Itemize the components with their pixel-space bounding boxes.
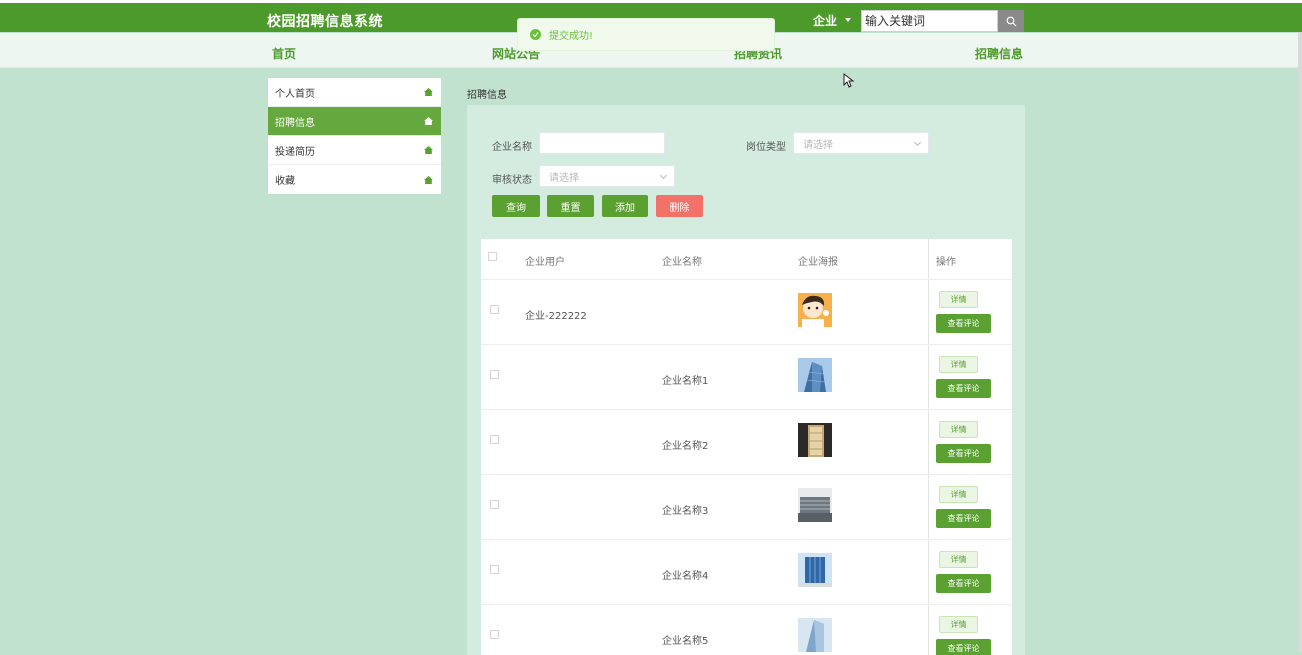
view-comments-button[interactable]: 查看评论 (936, 574, 991, 593)
toast-message: 提交成功! (549, 31, 594, 42)
audit-status-select[interactable]: 请选择 (539, 165, 675, 187)
add-button[interactable]: 添加 (602, 195, 648, 217)
row-checkbox[interactable] (490, 435, 499, 444)
row-checkbox[interactable] (490, 630, 499, 639)
sidebar-item-jobs[interactable]: 招聘信息 (268, 107, 441, 136)
role-dropdown[interactable]: 企业 (813, 12, 837, 29)
row-checkbox[interactable] (490, 565, 499, 574)
poster-image-building (798, 423, 832, 457)
home-icon (424, 175, 433, 184)
poster-image-building (798, 488, 832, 522)
audit-status-placeholder: 请选择 (549, 172, 579, 184)
check-circle-icon (530, 29, 541, 40)
query-button[interactable]: 查询 (492, 195, 540, 217)
poster-image-building (798, 358, 832, 392)
detail-button[interactable]: 详情 (939, 421, 978, 438)
search-input[interactable] (861, 10, 998, 32)
poster-image-cartoon (798, 293, 832, 327)
sidebar-item-label: 投递简历 (275, 146, 315, 158)
sidebar-item-label: 收藏 (275, 176, 295, 187)
view-comments-button[interactable]: 查看评论 (936, 314, 991, 333)
header-company-name: 企业名称 (662, 257, 702, 268)
home-icon (424, 117, 433, 125)
success-toast: 提交成功! (517, 18, 775, 51)
row-checkbox[interactable] (490, 370, 499, 379)
detail-button[interactable]: 详情 (939, 486, 978, 503)
table-row: 企业名称2 详情 查看评论 (481, 409, 1012, 474)
table-row: 企业名称1 详情 查看评论 (481, 344, 1012, 409)
table-row: 企业名称3 详情 查看评论 (481, 474, 1012, 539)
breadcrumb: 招聘信息 (467, 90, 507, 101)
view-comments-button[interactable]: 查看评论 (936, 379, 991, 398)
sidebar-item-resume[interactable]: 投递简历 (268, 136, 441, 165)
sidebar: 个人首页 招聘信息 投递简历 收藏 (268, 78, 441, 194)
table-row: 企业名称5 详情 查看评论 (481, 604, 1012, 655)
caret-down-icon[interactable] (845, 18, 851, 22)
job-type-placeholder: 请选择 (803, 139, 833, 151)
reset-button[interactable]: 重置 (547, 195, 594, 217)
search-button[interactable] (998, 10, 1024, 32)
table-row: 企业名称4 详情 查看评论 (481, 539, 1012, 604)
header-actions: 操作 (936, 257, 956, 268)
company-name-label: 企业名称 (492, 142, 532, 153)
sidebar-item-label: 招聘信息 (275, 117, 315, 129)
search-icon (1006, 16, 1016, 26)
chevron-down-icon (913, 138, 922, 147)
company-name-input[interactable] (539, 132, 665, 154)
chevron-down-icon (659, 171, 668, 180)
view-comments-button[interactable]: 查看评论 (936, 509, 991, 528)
mouse-cursor-icon (843, 73, 854, 88)
header-poster: 企业海报 (798, 257, 838, 268)
header-company-user: 企业用户 (525, 257, 565, 268)
poster-image-building (798, 618, 832, 652)
cell-company-name: 企业名称1 (662, 376, 709, 387)
detail-button[interactable]: 详情 (939, 356, 978, 373)
cell-company-name: 企业名称2 (662, 441, 709, 452)
home-icon (424, 146, 433, 154)
view-comments-button[interactable]: 查看评论 (936, 639, 991, 655)
sidebar-item-label: 个人首页 (275, 88, 315, 100)
app-title: 校园招聘信息系统 (267, 14, 383, 30)
delete-button[interactable]: 删除 (656, 195, 703, 217)
audit-status-label: 审核状态 (492, 175, 532, 186)
sidebar-item-home[interactable]: 个人首页 (268, 78, 441, 107)
row-checkbox[interactable] (490, 500, 499, 509)
detail-button[interactable]: 详情 (939, 616, 978, 633)
table-row: 企业-222222 详情 查看评论 (481, 279, 1012, 344)
poster-image-building (798, 553, 832, 587)
detail-button[interactable]: 详情 (939, 291, 978, 308)
nav-jobs[interactable]: 招聘信息 (975, 45, 1023, 62)
cell-company-user: 企业-222222 (525, 311, 587, 322)
row-checkbox[interactable] (490, 305, 499, 314)
view-comments-button[interactable]: 查看评论 (936, 444, 991, 463)
job-type-label: 岗位类型 (746, 142, 786, 153)
job-type-select[interactable]: 请选择 (793, 132, 929, 154)
nav-home[interactable]: 首页 (272, 45, 296, 62)
cell-company-name: 企业名称5 (662, 636, 709, 647)
select-all-checkbox[interactable] (488, 252, 497, 261)
sidebar-item-favorites[interactable]: 收藏 (268, 165, 441, 194)
jobs-table: 企业用户 企业名称 企业海报 操作 企业-222222 详情 查看评论 企业名称… (481, 239, 1012, 655)
detail-button[interactable]: 详情 (939, 551, 978, 568)
page-scrollbar[interactable] (1298, 32, 1302, 652)
cell-company-name: 企业名称4 (662, 571, 709, 582)
cell-company-name: 企业名称3 (662, 506, 709, 517)
home-icon (424, 88, 433, 96)
